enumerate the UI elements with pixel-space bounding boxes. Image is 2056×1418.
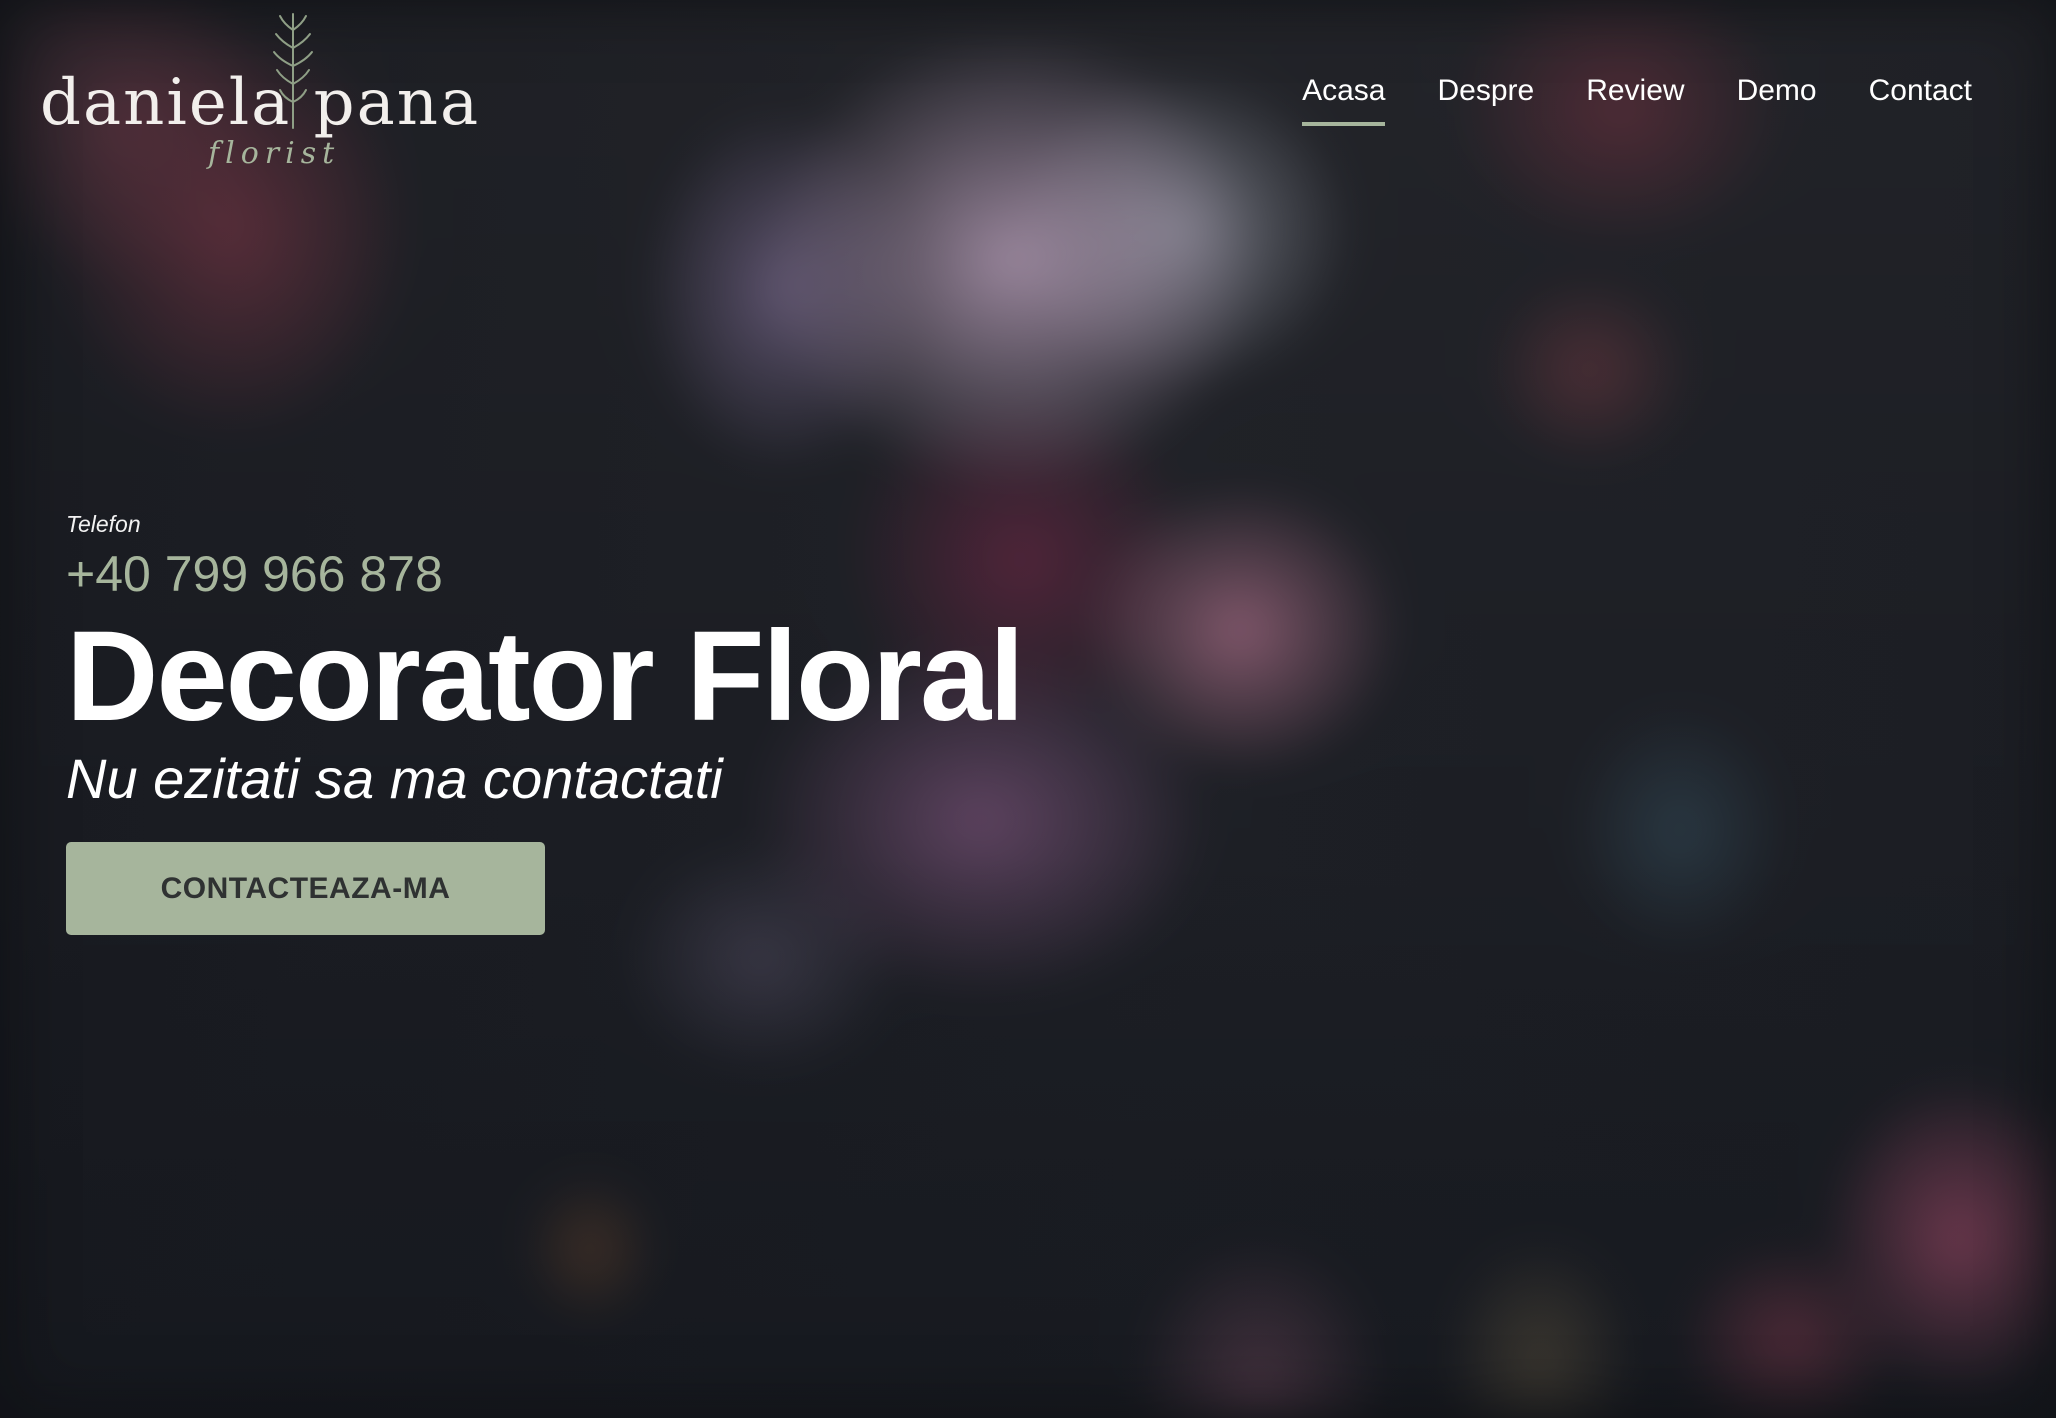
nav-item-despre[interactable]: Despre: [1437, 74, 1534, 120]
nav-item-review[interactable]: Review: [1586, 74, 1684, 120]
phone-label: Telefon: [66, 511, 141, 537]
nav-item-contact[interactable]: Contact: [1869, 74, 1972, 120]
hero-title: Decorator Floral: [66, 605, 1025, 748]
logo-tagline: florist: [208, 136, 341, 171]
hero-content: Telefon +40 799 966 878 Decorator Floral…: [66, 508, 1025, 935]
hero-section: daniela pana florist Acasa Despre Review…: [0, 0, 2056, 1418]
logo-name: daniela pana: [40, 66, 481, 140]
nav-item-acasa[interactable]: Acasa: [1302, 74, 1386, 126]
nav-item-demo[interactable]: Demo: [1737, 74, 1817, 120]
hero-subtitle: Nu ezitati sa ma contactati: [66, 747, 723, 810]
logo[interactable]: daniela pana florist: [40, 10, 478, 171]
site-header: daniela pana florist Acasa Despre Review…: [0, 0, 2056, 171]
contact-me-button[interactable]: CONTACTEAZA-MA: [66, 842, 545, 935]
phone-number[interactable]: +40 799 966 878: [66, 544, 1023, 604]
main-nav: Acasa Despre Review Demo Contact: [1302, 74, 1972, 126]
